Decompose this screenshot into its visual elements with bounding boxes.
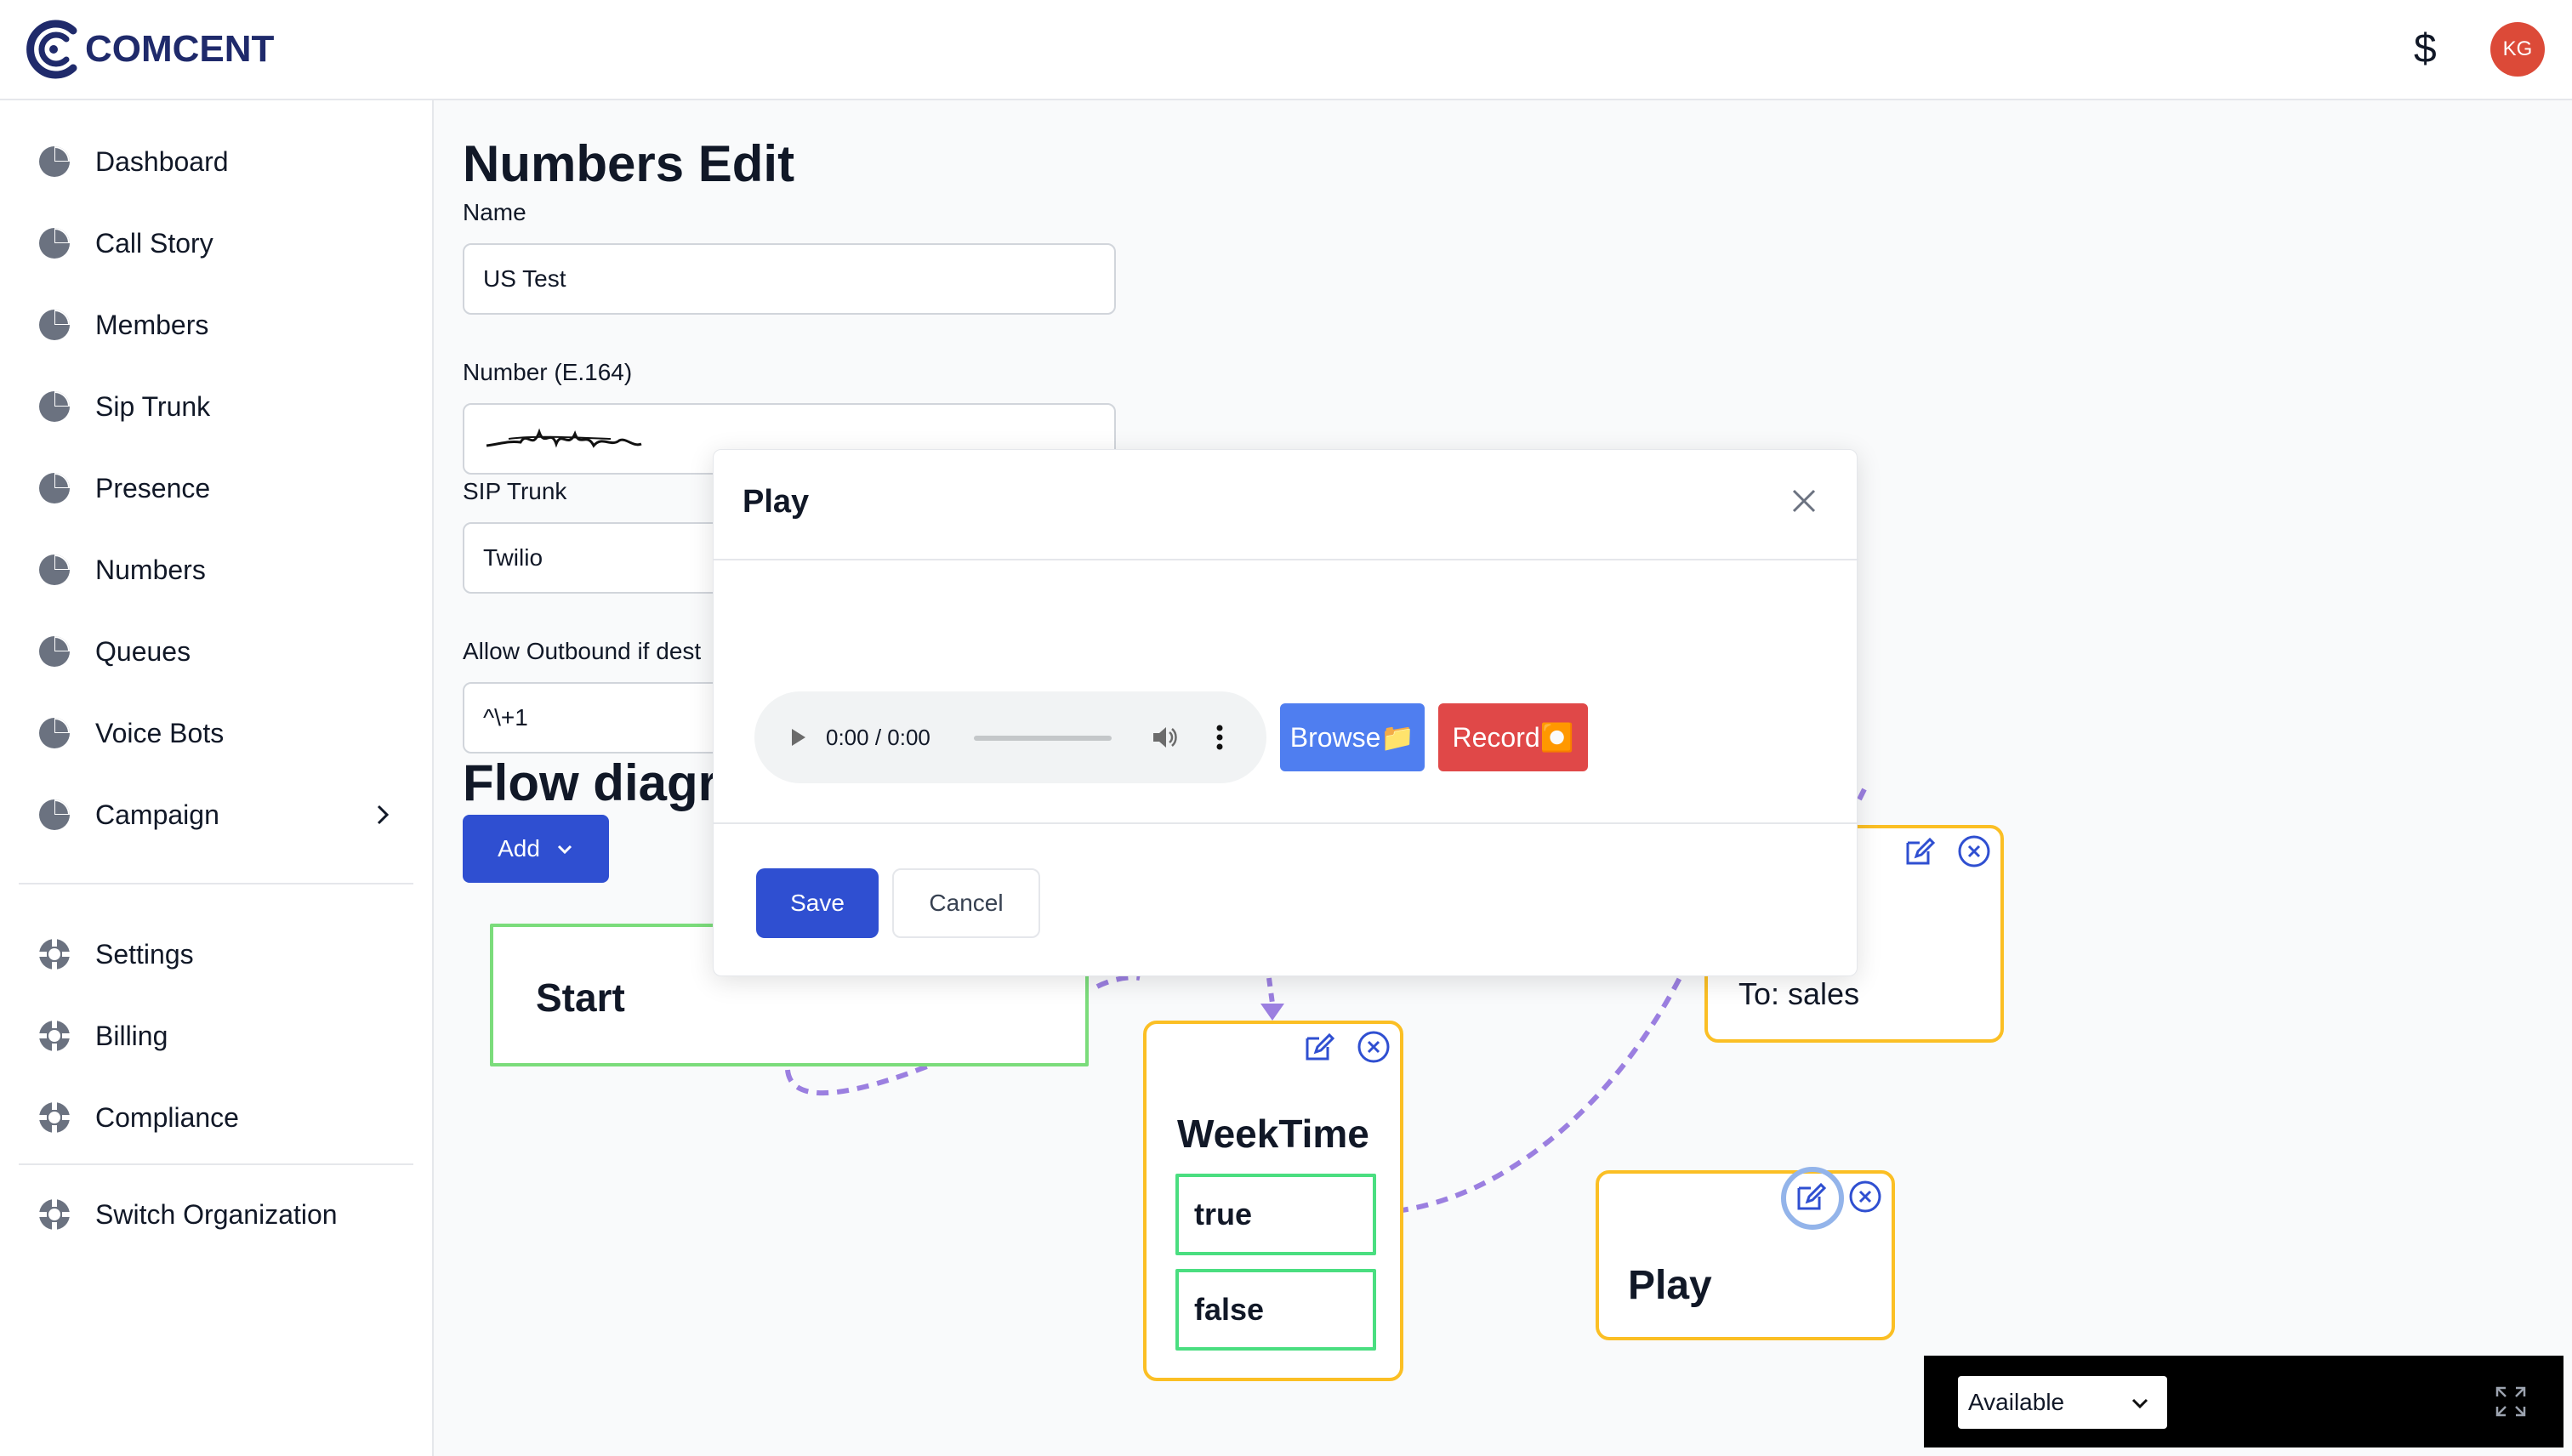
audio-time: 0:00 / 0:00 <box>826 724 930 750</box>
branch-true[interactable]: true <box>1175 1174 1376 1255</box>
audio-seek-bar[interactable] <box>974 736 1112 741</box>
agent-status-widget: Available <box>1924 1356 2563 1447</box>
play-icon[interactable] <box>788 725 809 749</box>
save-button[interactable]: Save <box>756 868 879 938</box>
browse-button[interactable]: Browse📁 <box>1280 703 1425 771</box>
chevron-down-icon <box>2131 1398 2148 1409</box>
status-select[interactable]: Available <box>1958 1376 2167 1429</box>
flow-node-play[interactable]: Play <box>1596 1167 1895 1340</box>
branch-false[interactable]: false <box>1175 1269 1376 1351</box>
close-circle-icon[interactable] <box>1356 1029 1391 1065</box>
node-actions <box>1902 833 1992 869</box>
focus-ring <box>1781 1167 1844 1230</box>
node-actions <box>1301 1029 1391 1065</box>
play-modal: Play 0:00 / 0:00 Browse📁 Record⏺️ Save C… <box>713 449 1858 976</box>
weektime-node-label: WeekTime <box>1177 1112 1369 1156</box>
close-icon[interactable] <box>1790 487 1818 515</box>
edit-icon[interactable] <box>1301 1029 1337 1065</box>
edit-icon[interactable] <box>1781 1167 1844 1230</box>
route-node-text: To: sales <box>1738 976 1860 1011</box>
play-node-label: Play <box>1628 1263 1712 1308</box>
audio-player[interactable]: 0:00 / 0:00 <box>754 691 1266 783</box>
close-circle-icon[interactable] <box>1956 833 1992 869</box>
record-button[interactable]: Record⏺️ <box>1438 703 1588 771</box>
modal-footer-divider <box>714 822 1858 824</box>
expand-icon[interactable] <box>2494 1385 2528 1419</box>
edit-icon[interactable] <box>1902 833 1938 869</box>
volume-icon[interactable] <box>1151 724 1180 751</box>
modal-title: Play <box>743 484 810 520</box>
cancel-button[interactable]: Cancel <box>892 868 1040 938</box>
start-node-label: Start <box>536 975 625 1020</box>
node-actions <box>1781 1167 1883 1230</box>
flow-node-weektime[interactable]: WeekTime true false <box>1143 1021 1403 1381</box>
modal-header-divider <box>714 559 1858 560</box>
close-circle-icon[interactable] <box>1847 1179 1883 1214</box>
more-options-icon[interactable] <box>1215 724 1224 751</box>
status-value: Available <box>1968 1389 2065 1415</box>
